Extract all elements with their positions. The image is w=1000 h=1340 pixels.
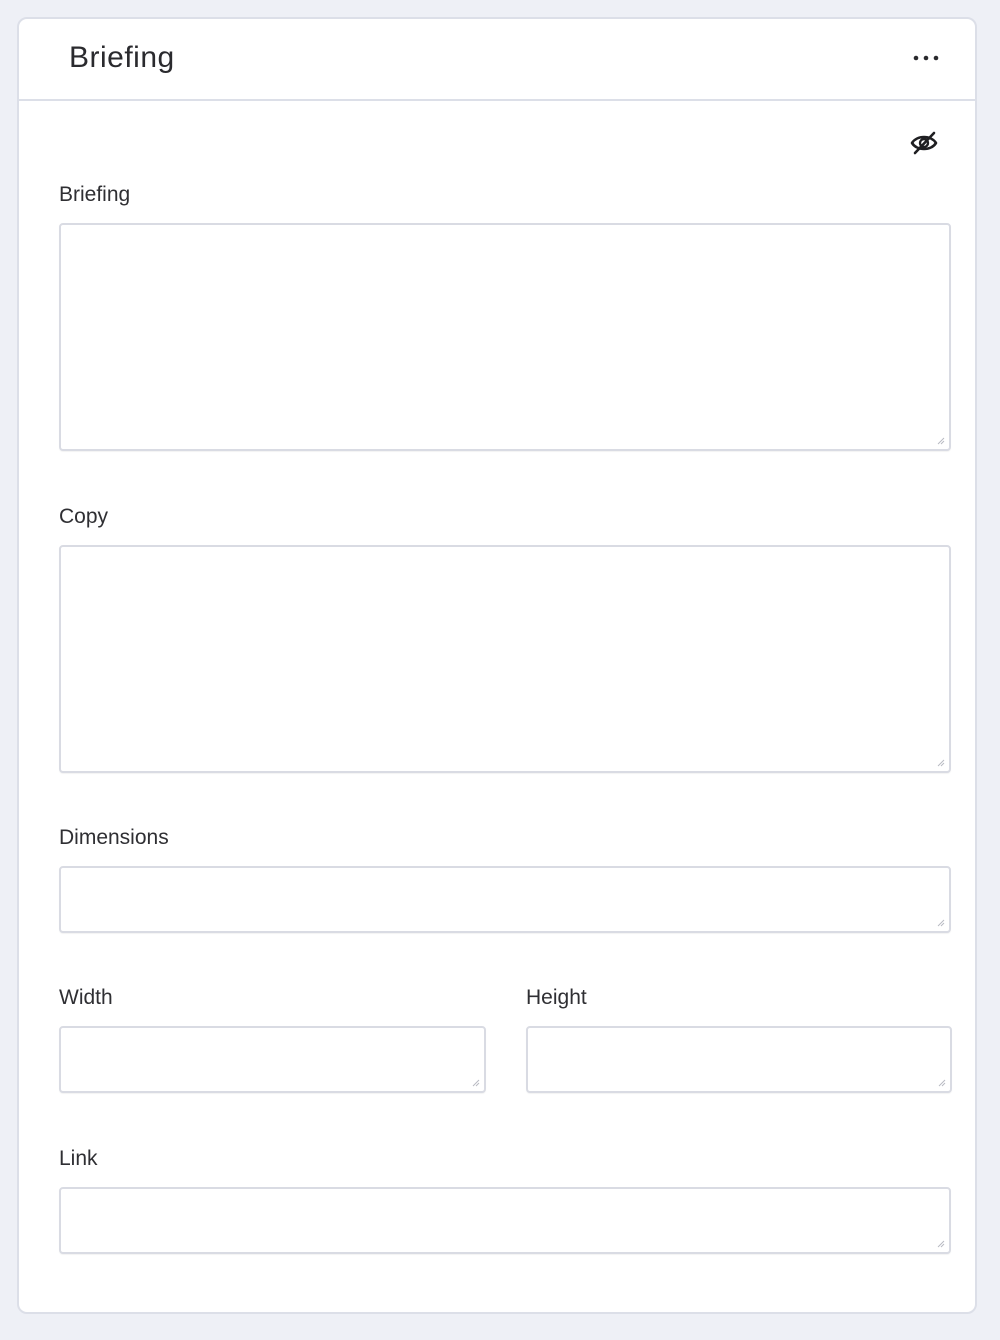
ellipsis-horizontal-icon <box>913 55 939 61</box>
width-input[interactable] <box>59 1026 486 1093</box>
resize-handle-icon[interactable] <box>936 758 945 767</box>
dimensions-input[interactable] <box>59 866 951 933</box>
resize-handle-icon[interactable] <box>936 918 945 927</box>
copy-textarea[interactable] <box>59 545 951 773</box>
eye-slash-icon <box>910 131 938 155</box>
card-title: Briefing <box>69 41 175 74</box>
copy-label: Copy <box>59 505 109 528</box>
resize-handle-icon[interactable] <box>471 1078 480 1087</box>
height-input[interactable] <box>526 1026 952 1093</box>
resize-handle-icon[interactable] <box>936 436 945 445</box>
resize-handle-icon[interactable] <box>936 1239 945 1248</box>
width-label: Width <box>59 986 113 1009</box>
briefing-textarea[interactable] <box>59 223 951 451</box>
toggle-visibility-button[interactable] <box>907 129 941 157</box>
card-header: Briefing <box>19 19 975 101</box>
link-input[interactable] <box>59 1187 951 1254</box>
briefing-label: Briefing <box>59 183 131 206</box>
height-label: Height <box>526 986 587 1009</box>
briefing-card: Briefing Briefing Copy Dimensions Width … <box>17 17 977 1314</box>
dimensions-label: Dimensions <box>59 826 169 849</box>
link-label: Link <box>59 1147 98 1170</box>
resize-handle-icon[interactable] <box>937 1078 946 1087</box>
more-options-button[interactable] <box>909 43 943 73</box>
